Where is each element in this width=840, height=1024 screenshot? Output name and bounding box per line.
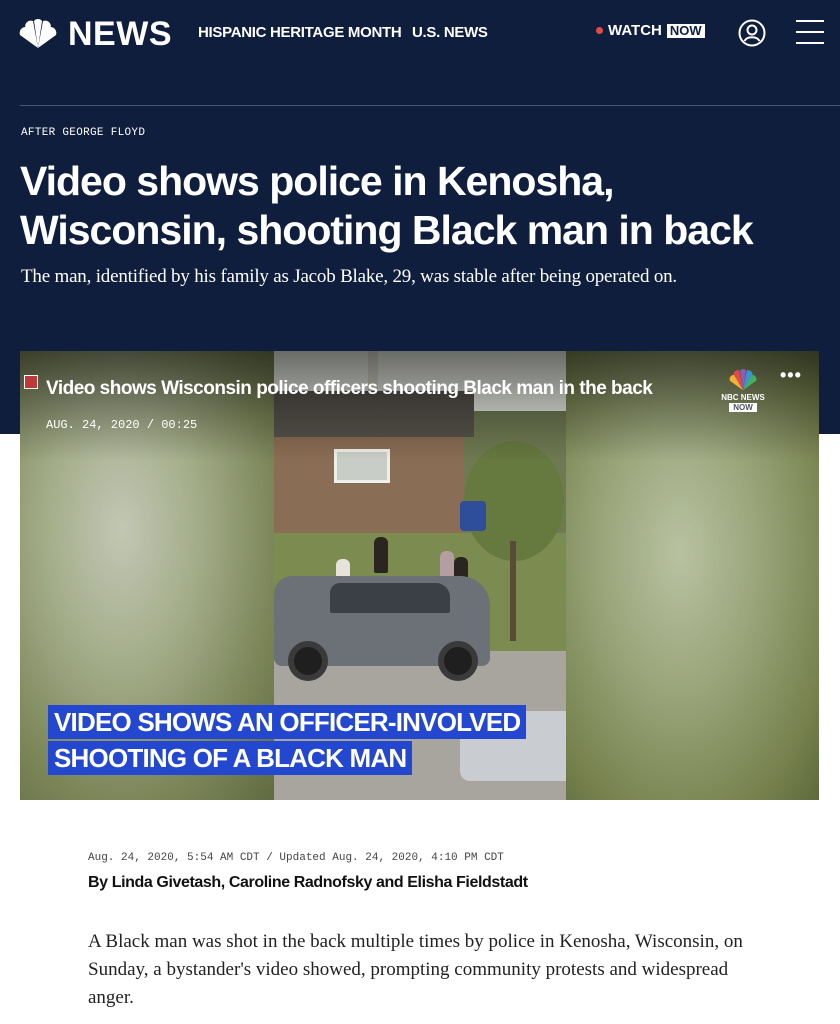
header-divider	[20, 105, 840, 106]
bug-text: NBC NEWS	[721, 393, 765, 402]
top-nav: NEWS HISPANIC HERITAGE MONTH U.S. NEWS W…	[0, 0, 840, 66]
peacock-icon	[729, 369, 757, 391]
bug-now-badge: NOW	[729, 403, 757, 412]
logo-text: NEWS	[68, 14, 172, 53]
video-title: Video shows Wisconsin police officers sh…	[46, 378, 653, 399]
nbc-news-now-bug: NBC NEWS NOW	[716, 369, 770, 412]
article-dek: The man, identified by his family as Jac…	[21, 266, 677, 287]
account-icon[interactable]	[738, 19, 766, 47]
video-player[interactable]: Video shows Wisconsin police officers sh…	[20, 351, 819, 800]
nav-link-hispanic-heritage-month[interactable]: HISPANIC HERITAGE MONTH	[198, 24, 402, 41]
menu-bar	[796, 20, 824, 22]
watch-now-button[interactable]: WATCH NOW	[596, 22, 705, 39]
article-timestamp: Aug. 24, 2020, 5:54 AM CDT / Updated Aug…	[88, 852, 504, 864]
video-date-duration: AUG. 24, 2020 / 00:25	[46, 418, 198, 432]
more-options-icon[interactable]: •••	[780, 365, 802, 386]
scene-tree-trunk	[510, 541, 516, 641]
article-headline: Video shows police in Kenosha, Wisconsin…	[20, 158, 754, 253]
chyron-line-1: VIDEO SHOWS AN OFFICER-INVOLVED	[48, 705, 527, 739]
nav-link-us-news[interactable]: U.S. NEWS	[412, 24, 488, 41]
live-dot-icon	[596, 27, 603, 34]
video-top-gradient	[20, 351, 819, 461]
location-pin-icon	[24, 375, 38, 389]
article-eyebrow[interactable]: AFTER GEORGE FLOYD	[21, 127, 145, 139]
article-authors[interactable]: By Linda Givetash, Caroline Radnofsky an…	[88, 874, 528, 892]
watch-label: WATCH	[608, 22, 662, 39]
scene-trash-bin	[460, 501, 486, 531]
hamburger-menu-icon[interactable]	[796, 20, 824, 44]
scene-suv-windows	[330, 583, 450, 613]
article-body-paragraph: A Black man was shot in the back multipl…	[88, 931, 743, 1008]
video-chyron: VIDEO SHOWS AN OFFICER-INVOLVED SHOOTING…	[48, 705, 527, 777]
chyron-line-2: SHOOTING OF A BLACK MAN	[48, 741, 413, 775]
scene-wheel	[288, 641, 328, 681]
menu-bar	[796, 42, 824, 44]
now-badge: NOW	[666, 23, 705, 38]
scene-person	[374, 537, 388, 573]
scene-wheel	[438, 641, 478, 681]
menu-bar	[796, 31, 824, 33]
peacock-icon	[19, 19, 57, 48]
nbc-news-logo[interactable]: NEWS	[16, 14, 172, 54]
